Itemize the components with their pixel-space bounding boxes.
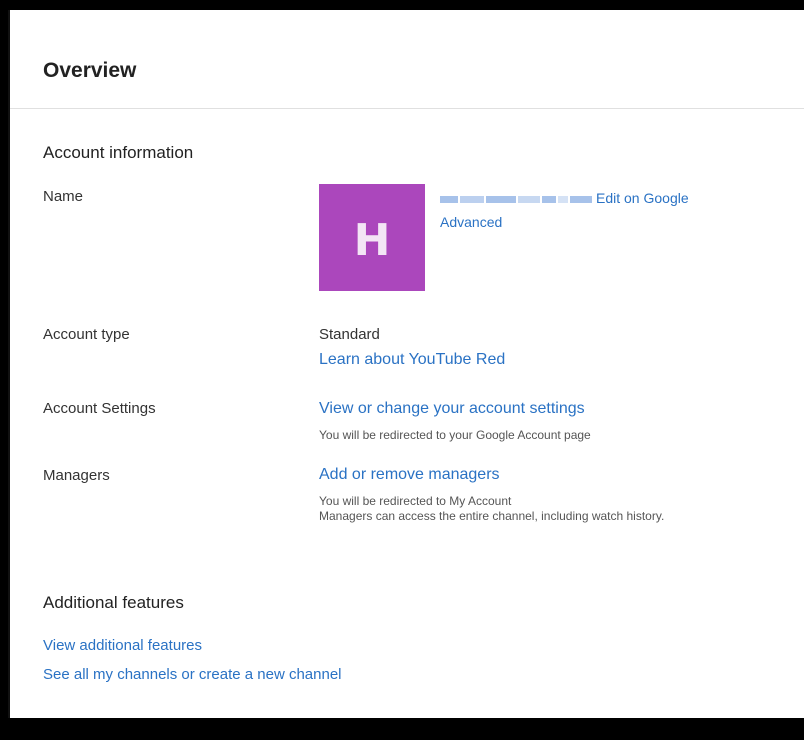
page-title: Overview <box>43 59 137 82</box>
name-label: Name <box>43 188 84 205</box>
advanced-link[interactable]: Advanced <box>440 214 502 230</box>
account-settings-label: Account Settings <box>43 400 156 417</box>
redacted-account-name <box>440 194 594 204</box>
overview-page: Overview Account information Name H Edit… <box>8 10 804 718</box>
account-type-label: Account type <box>43 326 130 343</box>
overview-header: Overview <box>10 10 804 109</box>
avatar: H <box>319 184 425 291</box>
avatar-letter: H <box>353 215 391 266</box>
redacted-name-segment <box>440 195 458 203</box>
edit-on-google-link[interactable]: Edit on Google <box>596 190 689 206</box>
managers-label: Managers <box>43 467 110 484</box>
account-type-value: Standard <box>319 326 380 343</box>
additional-features-heading: Additional features <box>43 593 184 612</box>
see-all-channels-link[interactable]: See all my channels or create a new chan… <box>43 666 342 683</box>
redacted-name-segment <box>460 195 484 203</box>
redacted-name-segment <box>486 195 516 203</box>
account-information-heading: Account information <box>43 143 194 162</box>
managers-note-redirect: You will be redirected to My Account <box>319 494 512 508</box>
redacted-name-segment <box>570 195 592 203</box>
redacted-name-segment <box>558 195 568 203</box>
account-settings-note: You will be redirected to your Google Ac… <box>319 428 591 442</box>
add-remove-managers-link[interactable]: Add or remove managers <box>319 466 500 484</box>
view-change-account-settings-link[interactable]: View or change your account settings <box>319 400 585 418</box>
managers-note-access: Managers can access the entire channel, … <box>319 509 665 523</box>
view-additional-features-link[interactable]: View additional features <box>43 637 202 654</box>
redacted-name-segment <box>518 195 540 203</box>
redacted-name-segment <box>542 195 556 203</box>
learn-about-youtube-red-link[interactable]: Learn about YouTube Red <box>319 351 505 369</box>
